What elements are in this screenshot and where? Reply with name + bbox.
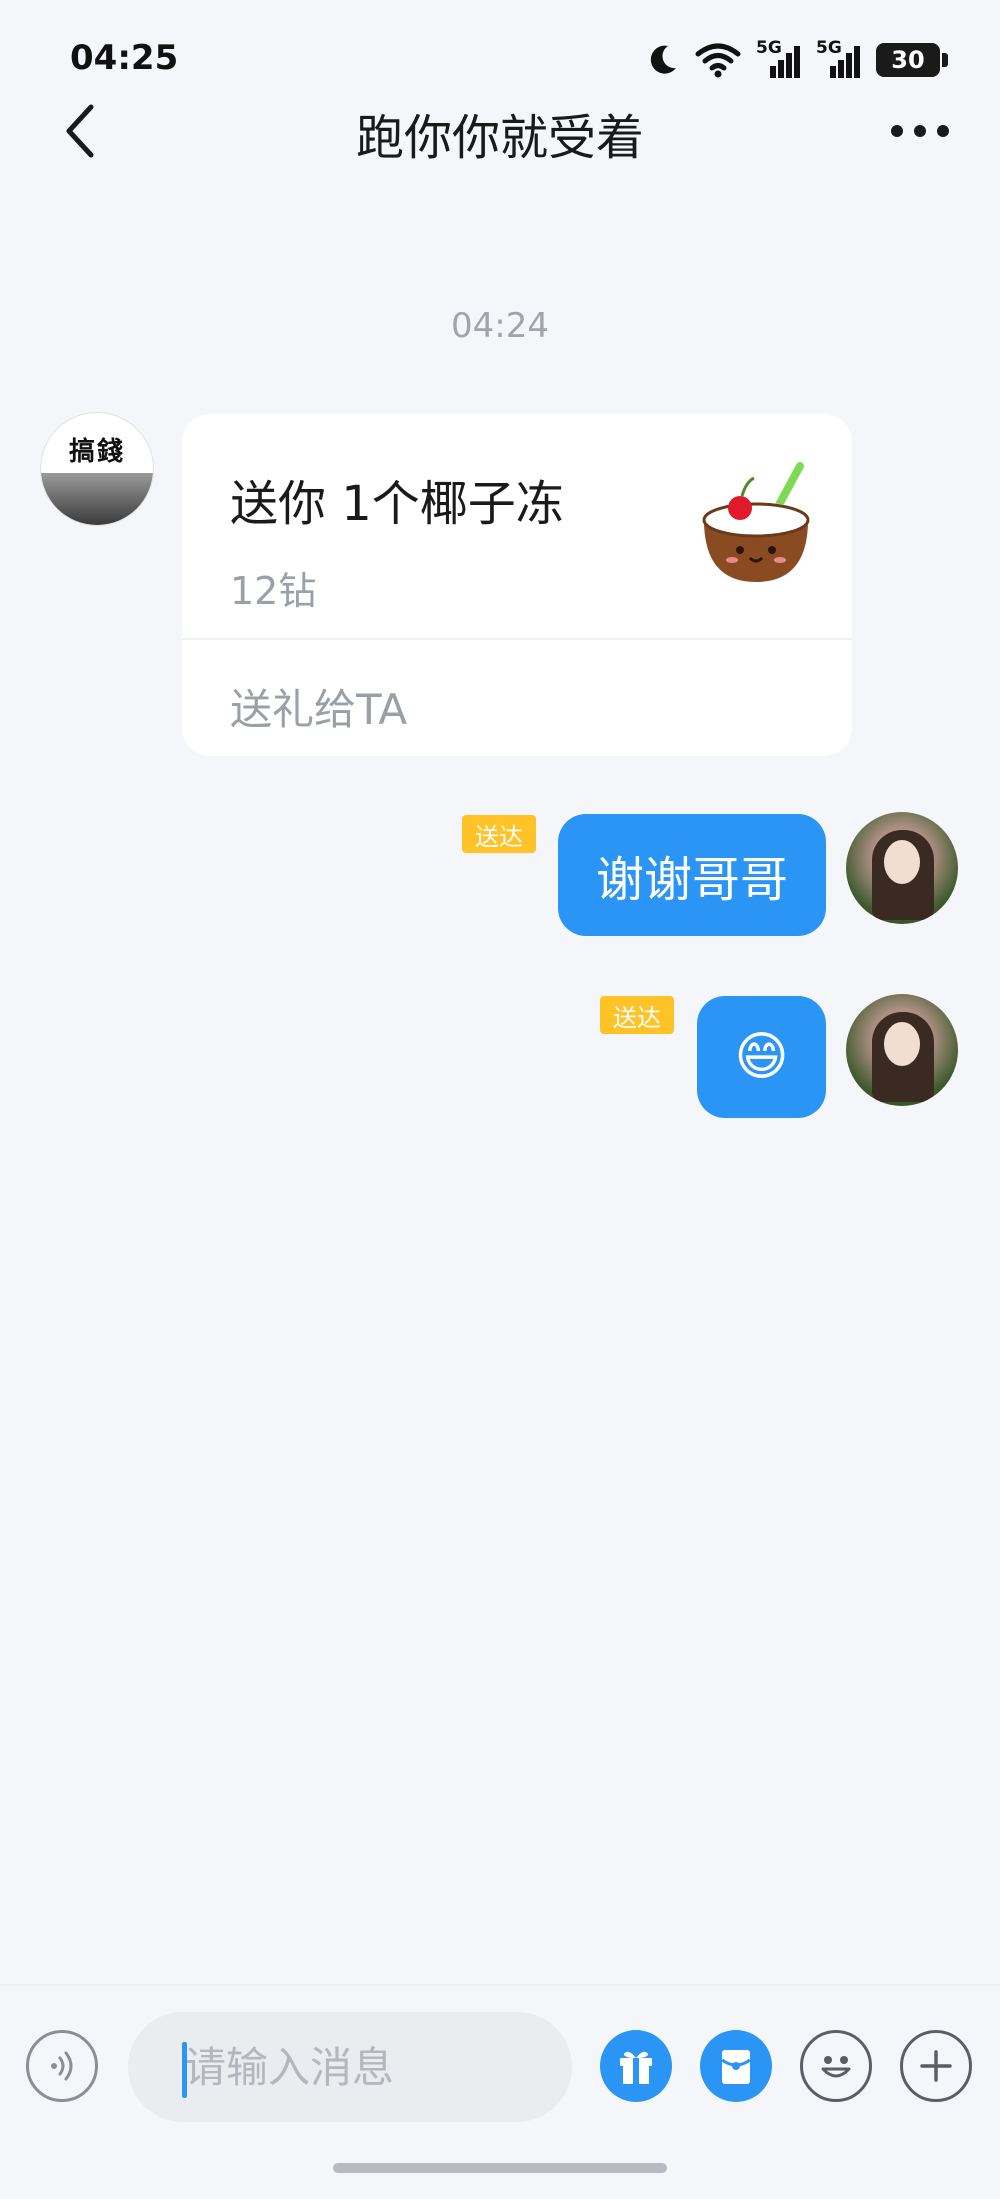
plus-icon (920, 2050, 952, 2082)
moon-icon (650, 45, 676, 74)
more-actions-button[interactable] (900, 2030, 972, 2102)
avatar-photo (41, 473, 153, 525)
avatar-face (884, 840, 920, 884)
gift-button[interactable] (600, 2030, 672, 2102)
more-horizontal-icon (891, 125, 949, 137)
user-avatar[interactable] (846, 812, 958, 924)
message-input[interactable] (128, 2012, 572, 2122)
avatar-text: 搞錢 (68, 437, 125, 467)
emoji-icon (821, 2056, 851, 2078)
message-text: 谢谢哥哥 (595, 852, 788, 908)
user-avatar[interactable] (846, 994, 958, 1106)
outgoing-message-bubble[interactable]: 谢谢哥哥 (558, 814, 826, 936)
chat-title: 跑你你就受着 (355, 110, 644, 166)
status-icons: 5G 5G 30 (644, 38, 948, 80)
status-time: 04:25 (70, 38, 179, 78)
cellular-signal-icon: 5G (756, 38, 802, 80)
battery-level: 30 (891, 46, 925, 74)
home-indicator[interactable] (333, 2163, 667, 2173)
gift-divider (182, 638, 852, 640)
send-gift-link[interactable]: 送礼给TA (230, 676, 407, 737)
voice-icon (51, 2051, 73, 2081)
more-button[interactable] (880, 106, 960, 156)
battery-tip (942, 53, 948, 67)
grinning-emoji-icon: 😄 (734, 1027, 789, 1087)
gift-price: 12钻 (230, 569, 317, 613)
wifi-icon (695, 43, 741, 78)
gift-message-card[interactable]: 送你 1个椰子冻 12钻 送礼给TA (182, 414, 852, 756)
battery-icon: 30 (876, 43, 948, 77)
red-packet-button[interactable] (700, 2030, 772, 2102)
delivered-badge: 送达 (600, 996, 674, 1034)
text-cursor (182, 2042, 187, 2098)
red-packet-icon (721, 2050, 751, 2084)
emoji-button[interactable] (800, 2030, 872, 2102)
voice-button[interactable] (26, 2030, 98, 2102)
chat-header: 跑你你就受着 (0, 90, 1000, 170)
cellular-signal-icon: 5G (816, 38, 862, 80)
coconut-jelly-icon (702, 462, 810, 582)
contact-avatar[interactable]: 搞錢 (40, 412, 154, 526)
gift-icon (620, 2051, 652, 2084)
delivered-badge: 送达 (462, 815, 536, 853)
gift-title: 送你 1个椰子冻 (230, 476, 564, 532)
avatar-face (884, 1022, 920, 1066)
message-timestamp: 04:24 (451, 306, 549, 346)
outgoing-emoji-bubble[interactable]: 😄 (697, 996, 826, 1118)
